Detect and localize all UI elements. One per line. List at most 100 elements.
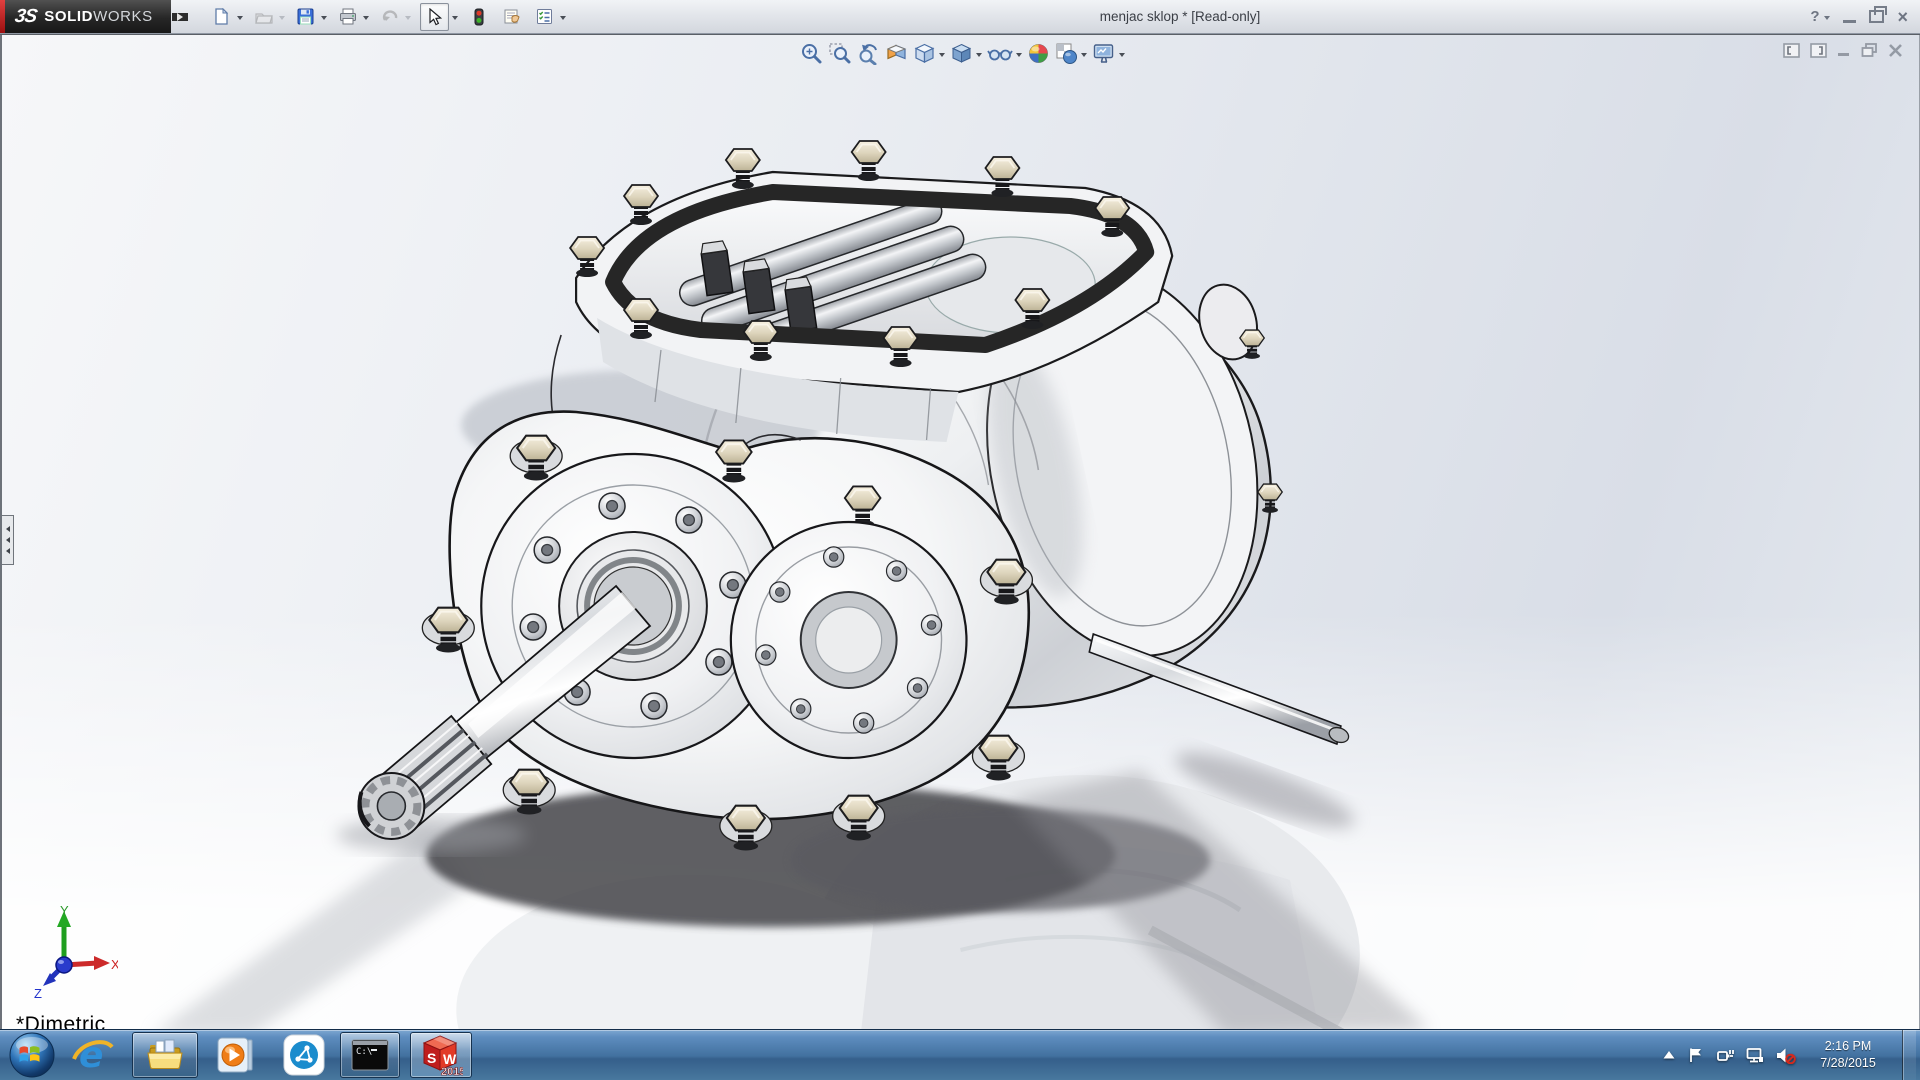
open-dropdown-caret[interactable]	[279, 16, 285, 20]
taskbar-media-player[interactable]	[212, 1033, 258, 1077]
previous-view-button[interactable]	[856, 42, 880, 65]
select-dropdown-caret[interactable]	[452, 16, 458, 20]
taskbar-windows-explorer[interactable]	[132, 1032, 198, 1078]
share-app-icon	[283, 1034, 325, 1076]
view-orientation-label: *Dimetric	[16, 1013, 106, 1030]
help-button[interactable]: ?	[1810, 8, 1819, 25]
edit-appearance-icon	[1027, 42, 1050, 65]
view-orientation-caret[interactable]	[939, 53, 945, 57]
apply-scene-icon	[1055, 42, 1078, 65]
select-cursor-icon	[427, 8, 442, 26]
file-properties-icon	[503, 8, 521, 25]
doc-minimize-icon[interactable]	[1837, 43, 1851, 58]
display-style-button[interactable]	[950, 42, 982, 65]
graphics-viewport[interactable]: Y X Z *Dimetric	[0, 35, 1920, 1030]
open-icon	[255, 9, 273, 25]
view-settings-caret[interactable]	[1119, 53, 1125, 57]
undo-button[interactable]	[378, 5, 402, 29]
zoom-to-area-icon	[828, 42, 851, 65]
triad-z-label: Z	[34, 986, 42, 1000]
rebuild-button[interactable]	[467, 5, 491, 29]
view-orientation-button[interactable]	[913, 42, 945, 65]
taskbar-solidworks[interactable]: S W 2015	[410, 1032, 472, 1078]
doc-restore-icon[interactable]	[1861, 43, 1878, 58]
show-desktop-button[interactable]	[1902, 1030, 1916, 1080]
triad-x-label: X	[111, 957, 118, 972]
minimize-button[interactable]	[1843, 20, 1856, 23]
taskbar-clock[interactable]: 2:16 PM 7/28/2015	[1812, 1038, 1884, 1072]
options-dropdown-caret[interactable]	[560, 16, 566, 20]
select-tool-button[interactable]	[420, 3, 449, 31]
display-style-caret[interactable]	[976, 53, 982, 57]
pane-left-icon[interactable]	[1783, 43, 1800, 58]
save-dropdown-caret[interactable]	[321, 16, 327, 20]
undo-icon	[381, 9, 399, 25]
options-button[interactable]	[533, 5, 557, 29]
edit-appearance-button[interactable]	[1027, 42, 1050, 65]
apply-scene-caret[interactable]	[1081, 53, 1087, 57]
brand-name-bold: SOLID	[44, 8, 93, 25]
taskbar-share-app[interactable]	[280, 1033, 328, 1077]
view-orientation-icon	[913, 42, 936, 65]
window-controls: ? ×	[1810, 0, 1908, 33]
restore-button[interactable]	[1869, 10, 1884, 23]
network-icon[interactable]	[1746, 1047, 1764, 1063]
title-bar: 3S SOLIDWORKS	[0, 0, 1920, 34]
start-button[interactable]	[8, 1031, 56, 1079]
hide-show-items-caret[interactable]	[1016, 53, 1022, 57]
taskbar-command-prompt[interactable]: C:\	[340, 1032, 400, 1078]
pto-shaft	[1089, 634, 1350, 745]
action-center-flag-icon[interactable]	[1688, 1047, 1704, 1063]
help-dropdown-caret[interactable]	[1824, 16, 1830, 20]
main-toolbar	[210, 3, 575, 31]
print-icon	[339, 8, 357, 25]
show-hidden-icons-button[interactable]	[1662, 1049, 1676, 1061]
media-player-icon	[216, 1036, 254, 1074]
zoom-to-fit-button[interactable]	[800, 42, 823, 65]
gearbox-housing	[358, 141, 1350, 850]
taskbar-internet-explorer[interactable]: e	[70, 1033, 116, 1077]
hide-show-items-button[interactable]	[987, 42, 1022, 65]
rebuild-traffic-light-icon	[472, 8, 486, 26]
solidworks-window: 3S SOLIDWORKS	[0, 0, 1920, 1080]
taskbar-apps: e	[70, 1032, 472, 1078]
brand-name-light: WORKS	[93, 8, 153, 25]
gearbox-3d-model[interactable]	[2, 35, 1919, 1030]
new-document-button[interactable]	[210, 5, 234, 29]
print-button[interactable]	[336, 5, 360, 29]
close-button[interactable]: ×	[1897, 8, 1908, 26]
options-icon	[536, 8, 553, 25]
zoom-to-area-button[interactable]	[828, 42, 851, 65]
view-settings-button[interactable]	[1092, 42, 1125, 65]
heads-up-view-toolbar	[800, 42, 1130, 65]
clock-time: 2:16 PM	[1812, 1038, 1884, 1055]
print-dropdown-caret[interactable]	[363, 16, 369, 20]
previous-view-icon	[856, 42, 880, 65]
solidworks-logo: 3S SOLIDWORKS	[0, 0, 171, 33]
apply-scene-button[interactable]	[1055, 42, 1087, 65]
save-icon	[297, 8, 314, 25]
pane-right-icon[interactable]	[1810, 43, 1827, 58]
internet-explorer-icon: e	[72, 1035, 114, 1075]
new-dropdown-caret[interactable]	[237, 16, 243, 20]
file-properties-button[interactable]	[500, 5, 524, 29]
doc-close-icon[interactable]	[1888, 43, 1903, 58]
display-style-icon	[950, 42, 973, 65]
menu-expand-arrow-icon[interactable]	[172, 13, 188, 21]
reference-triad[interactable]: Y X Z	[26, 903, 118, 1000]
section-view-button[interactable]	[885, 42, 908, 65]
sw-cube-side-letter: W	[443, 1051, 457, 1067]
volume-muted-icon[interactable]	[1776, 1047, 1796, 1064]
window-title: menjac sklop * [Read-only]	[980, 0, 1380, 33]
undo-dropdown-caret[interactable]	[405, 16, 411, 20]
power-plug-icon[interactable]	[1716, 1047, 1734, 1063]
featuremanager-splitter-tab[interactable]	[2, 515, 14, 565]
windows-explorer-icon	[146, 1038, 184, 1072]
save-button[interactable]	[294, 5, 318, 29]
sw-cube-front-letter: S	[427, 1050, 436, 1066]
open-button[interactable]	[252, 5, 276, 29]
view-settings-icon	[1092, 42, 1116, 65]
section-view-icon	[885, 42, 908, 65]
idler-flange	[731, 522, 967, 758]
system-tray: 2:16 PM 7/28/2015	[1662, 1030, 1920, 1080]
